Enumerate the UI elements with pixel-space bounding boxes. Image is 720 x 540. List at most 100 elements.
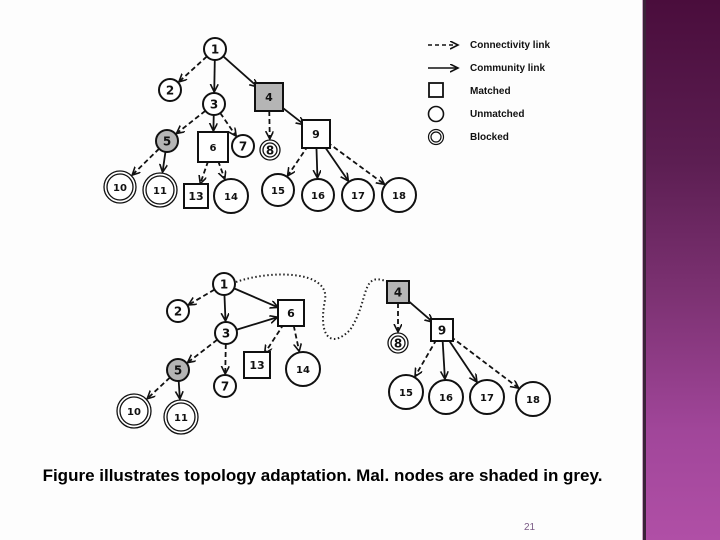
node-before-7: 7 [231,134,255,158]
node-before-9: 9 [301,119,331,149]
legend-label: Matched [470,86,511,97]
node-before-6: 6 [197,131,229,163]
node-label: 1 [220,278,228,292]
connectivity-link [288,145,309,176]
node-after-2: 2 [166,299,190,323]
node-before-18: 18 [381,177,417,213]
node-label: 5 [163,135,171,149]
node-label: 17 [480,393,494,404]
node-before-5: 5 [155,129,179,153]
legend-label: Blocked [470,132,509,143]
node-label: 4 [265,91,273,104]
nodes-layer: 1 2 3 4 5 6 7 8 9 10 11 13 14 15 16 17 18 1 2 3 5 6 7 10 11 13 14 4… [103,37,551,435]
node-label: 11 [174,413,188,424]
node-after-10: 10 [116,393,152,429]
legend: Connectivity link Community link Matched Un… [427,40,550,146]
node-after-5: 5 [166,358,190,382]
node-label: 13 [188,190,203,203]
connectivity-link [179,55,208,82]
decorative-sidebar [643,0,720,540]
node-label: 8 [394,337,402,351]
topology-diagram: 1 2 3 4 5 6 7 8 9 10 11 13 14 15 16 17 18 1 2 3 5 6 7 10 11 13 14 4… [103,37,551,435]
node-label: 3 [222,327,230,341]
node-after-14: 14 [285,351,321,387]
node-after-9: 9 [430,318,454,342]
node-label: 1 [211,43,219,57]
page-number: 21 [524,522,536,533]
node-label: 7 [221,380,229,394]
legend-item-circle: Unmatched [427,105,524,123]
node-after-7: 7 [213,374,237,398]
node-label: 7 [239,140,247,154]
connectivity-link [147,376,171,398]
node-label: 17 [351,191,365,202]
node-label: 3 [210,98,218,112]
connectivity-link [265,323,285,353]
node-label: 13 [249,359,264,372]
node-label: 14 [224,192,238,203]
node-after-16: 16 [428,379,464,415]
community-link [179,380,180,399]
node-after-18: 18 [515,381,551,417]
connectivity-link [188,288,215,305]
community-link [163,151,166,172]
edges-layer [132,55,519,399]
connectivity-link [200,160,209,184]
node-before-14: 14 [213,178,249,214]
legend-item-double-circle: Blocked [427,128,509,146]
legend-item-solid-arrow: Community link [428,63,545,74]
node-after-6: 6 [277,299,305,327]
node-label: 9 [438,324,446,338]
node-label: 10 [113,183,127,194]
node-before-11: 11 [142,172,178,208]
legend-label: Unmatched [470,109,524,120]
community-link [316,147,317,178]
node-label: 11 [153,186,167,197]
node-label: 15 [399,388,413,399]
node-before-4: 4 [254,82,284,112]
node-label: 16 [311,191,325,202]
community-link [214,59,215,92]
node-after-8: 8 [387,332,409,354]
node-label: 15 [271,186,285,197]
community-link [236,317,278,331]
separation-link [235,273,389,340]
node-before-15: 15 [261,173,295,207]
node-label: 16 [439,393,453,404]
circle-icon [427,105,445,123]
node-before-17: 17 [341,178,375,212]
node-after-11: 11 [163,399,199,435]
legend-label: Connectivity link [470,40,550,51]
node-before-16: 16 [301,178,335,212]
node-before-13: 13 [183,183,209,209]
node-label: 18 [526,395,540,406]
connectivity-link [217,160,225,179]
community-link [222,55,258,87]
node-label: 6 [287,307,295,320]
connectivity-link [176,110,206,134]
node-after-4: 4 [386,280,410,304]
community-link [224,294,225,321]
node-label: 18 [392,191,406,202]
node-label: 14 [296,365,310,376]
node-after-17: 17 [469,379,505,415]
connectivity-link [415,339,438,377]
legend-item-dashed-arrow: Connectivity link [428,40,550,51]
connectivity-link [225,343,226,374]
legend-item-square: Matched [428,82,511,98]
community-link [405,298,433,322]
node-label: 4 [394,286,402,300]
community-link [323,145,348,181]
node-before-1: 1 [203,37,227,61]
node-before-3: 3 [202,92,226,116]
node-after-13: 13 [243,351,271,379]
community-link [233,287,278,307]
node-after-15: 15 [388,374,424,410]
node-label: 5 [174,364,182,378]
node-before-2: 2 [158,78,182,102]
connectivity-link [132,148,160,175]
community-link [447,338,477,382]
node-after-1: 1 [212,272,236,296]
node-before-10: 10 [103,170,137,204]
connectivity-link [269,110,270,139]
